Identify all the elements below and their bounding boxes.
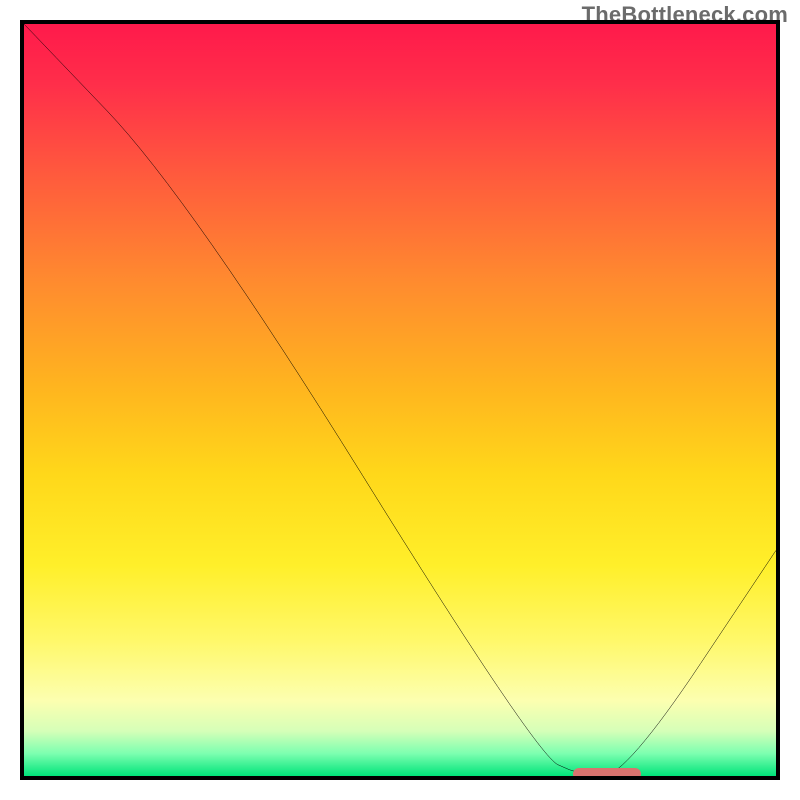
optimal-range-marker [573,768,641,780]
chart-canvas: TheBottleneck.com [0,0,800,800]
plot-frame [20,20,780,780]
bottleneck-curve [24,24,776,776]
curve-path [24,24,776,776]
